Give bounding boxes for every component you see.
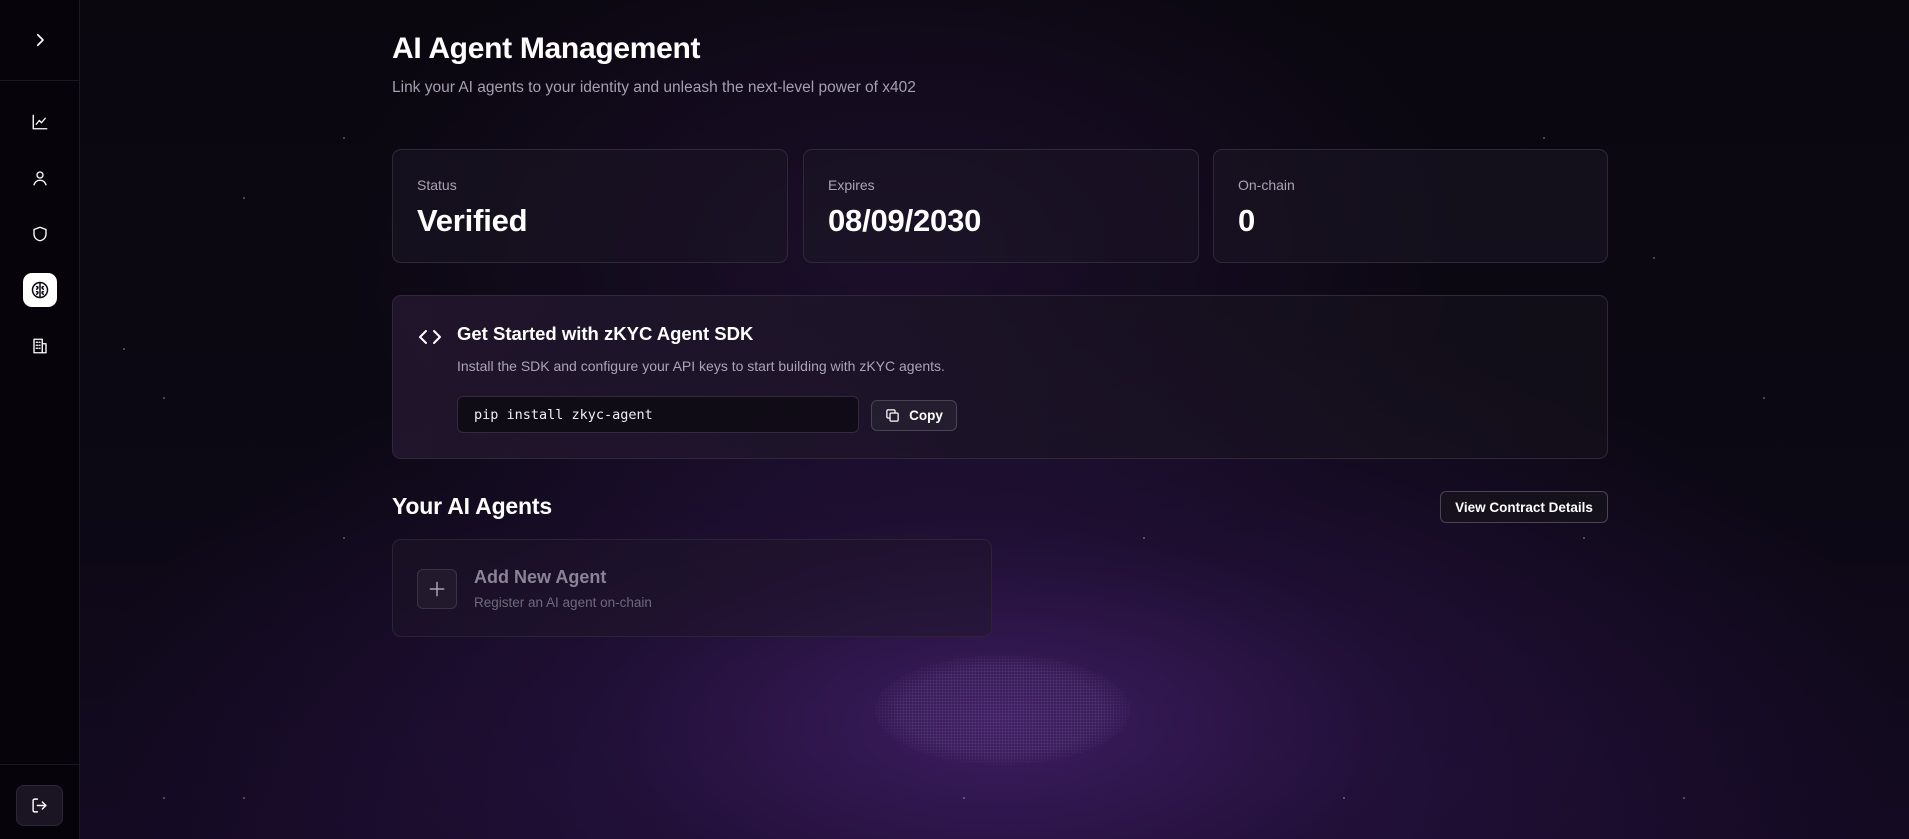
add-new-agent-card[interactable]: Add New Agent Register an AI agent on-ch… [392, 539, 992, 637]
star-dot [343, 137, 345, 139]
building-icon [33, 338, 47, 354]
sidebar-item-analytics[interactable] [23, 105, 57, 139]
status-card: Status Verified [392, 149, 788, 263]
sidebar-item-organization[interactable] [23, 329, 57, 363]
star-dot [1143, 537, 1145, 539]
decorative-blob [875, 655, 1130, 765]
plus-button [417, 569, 457, 609]
expires-card: Expires 08/09/2030 [803, 149, 1199, 263]
chart-icon [32, 114, 48, 130]
copy-button-label: Copy [909, 408, 943, 423]
star-dot [1653, 257, 1655, 259]
on-chain-card: On-chain 0 [1213, 149, 1608, 263]
sdk-card: Get Started with zKYC Agent SDK Install … [392, 295, 1608, 459]
star-dot [1543, 137, 1545, 139]
star-dot [1343, 797, 1345, 799]
sidebar [0, 0, 80, 839]
star-dot [163, 397, 165, 399]
sidebar-item-ai-agents[interactable] [23, 273, 57, 307]
stat-label: Status [417, 177, 457, 193]
star-dot [1683, 797, 1685, 799]
sidebar-footer [0, 764, 80, 839]
stat-label: Expires [828, 177, 875, 193]
page-subtitle: Link your AI agents to your identity and… [392, 79, 916, 96]
code-icon [419, 330, 441, 344]
star-dot [1583, 537, 1585, 539]
copy-button[interactable]: Copy [871, 400, 957, 431]
sdk-description: Install the SDK and configure your API k… [457, 358, 945, 374]
page-title: AI Agent Management [392, 32, 701, 65]
shield-icon [33, 226, 47, 242]
star-dot [123, 348, 125, 350]
add-agent-title: Add New Agent [474, 567, 607, 587]
user-icon [33, 171, 47, 186]
sidebar-item-profile[interactable] [23, 161, 57, 195]
logout-button[interactable] [16, 785, 63, 826]
logout-icon [32, 798, 47, 813]
star-dot [243, 797, 245, 799]
plus-icon [429, 581, 445, 597]
star-dot [243, 197, 245, 199]
install-command-field[interactable]: pip install zkyc-agent [457, 396, 859, 433]
stat-value: 08/09/2030 [828, 203, 982, 238]
view-contract-details-button[interactable]: View Contract Details [1440, 491, 1608, 523]
stat-label: On-chain [1238, 177, 1295, 193]
stat-value: Verified [417, 203, 528, 238]
star-dot [1763, 397, 1765, 399]
chevron-right-icon [36, 33, 44, 47]
add-agent-subtitle: Register an AI agent on-chain [474, 595, 652, 610]
star-dot [963, 797, 965, 799]
star-dot [163, 797, 165, 799]
stat-value: 0 [1238, 203, 1256, 238]
copy-icon [886, 409, 899, 422]
sidebar-item-security[interactable] [23, 217, 57, 251]
agents-section-title: Your AI Agents [392, 493, 552, 519]
star-dot [343, 537, 345, 539]
sidebar-toggle-button[interactable] [0, 0, 80, 81]
sdk-title: Get Started with zKYC Agent SDK [457, 323, 754, 344]
brain-icon [31, 281, 49, 299]
